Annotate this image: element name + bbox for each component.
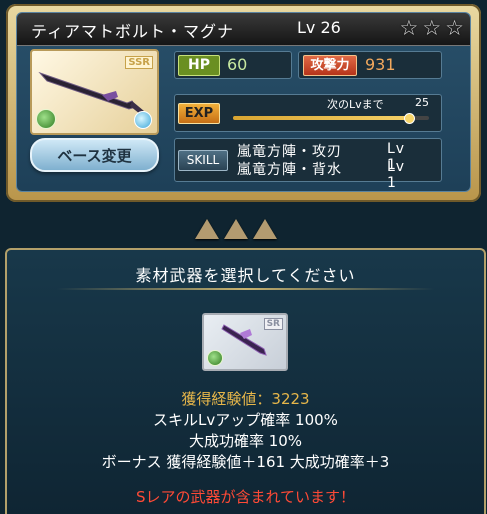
next-level-label: 次のLvまで (327, 98, 384, 111)
star-icon: ☆ (399, 16, 419, 40)
rare-warning: Sレアの武器が含まれています！ (135, 488, 356, 506)
material-panel: 素材武器を選択してください SR 獲得経験値：3223 スキルLvアップ確率 1… (5, 248, 486, 514)
uncap-stars: ☆ ☆ ☆ (400, 16, 464, 40)
pyramid-icon (195, 219, 219, 239)
great-success-rate: 大成功確率 10% (188, 432, 303, 450)
change-base-button[interactable]: ベース変更 (30, 138, 159, 172)
gained-exp-value: 3223 (271, 390, 310, 408)
gained-exp-label: 獲得経験値： (181, 390, 272, 408)
atk-label: 攻撃力 (303, 55, 357, 76)
rarity-badge: SSR (125, 56, 153, 69)
select-material-prompt: 素材武器を選択してください (135, 266, 356, 285)
hp-label: HP (178, 55, 220, 76)
wind-element-icon (207, 350, 223, 366)
skill-level: Lv 1 (387, 159, 406, 191)
gained-exp: 獲得経験値：3223 (7, 388, 484, 409)
weapon-name: ティアマトボルト・マグナ (31, 22, 235, 41)
skill-row: 嵐竜方陣・攻刃 Lv 1 (237, 141, 404, 173)
exp-label: EXP (178, 103, 220, 124)
skill-panel: SKILL 嵐竜方陣・攻刃 Lv 1 嵐竜方陣・背水 Lv 1 (174, 138, 442, 191)
star-icon: ☆ (422, 16, 442, 40)
weapon-card: ティアマトボルト・マグナ Lv 26 ☆ ☆ ☆ SSR ベース変更 HP 60… (6, 4, 481, 202)
hp-stat: HP 60 (174, 51, 292, 79)
weapon-title-bar: ティアマトボルト・マグナ Lv 26 ☆ ☆ ☆ (17, 13, 470, 46)
bonus-line: ボーナス 獲得経験値＋161 大成功確率＋3 (101, 453, 390, 471)
material-weapon-slot[interactable]: SR (202, 313, 288, 371)
atk-stat: 攻撃力 931 (298, 51, 442, 79)
weapon-image[interactable]: SSR (30, 49, 159, 135)
weapon-level: Lv 26 (297, 18, 341, 37)
exp-bar-fill (233, 116, 410, 120)
rarity-badge: SR (263, 318, 283, 330)
exp-bar (233, 113, 429, 124)
skill-name: 嵐竜方陣・背水 (237, 162, 342, 178)
skill-row: 嵐竜方陣・背水 Lv 1 (237, 159, 404, 191)
pyramid-icon (224, 219, 248, 239)
wind-element-icon (36, 109, 56, 129)
pyramid-icon (253, 219, 277, 239)
skill-name: 嵐竜方陣・攻刃 (237, 144, 342, 160)
exp-panel: EXP 次のLvまで 25 (174, 94, 442, 132)
info-icon[interactable] (134, 111, 152, 129)
divider-pyramids (195, 219, 277, 239)
hp-value: 60 (227, 55, 248, 74)
skill-label: SKILL (178, 150, 228, 171)
exp-bar-marker (404, 113, 416, 124)
atk-value: 931 (365, 55, 396, 74)
ornament-divider (57, 288, 434, 290)
star-icon: ☆ (445, 16, 464, 40)
next-level-value: 25 (415, 96, 429, 109)
skill-up-rate: スキルLvアップ確率 100% (153, 411, 338, 429)
